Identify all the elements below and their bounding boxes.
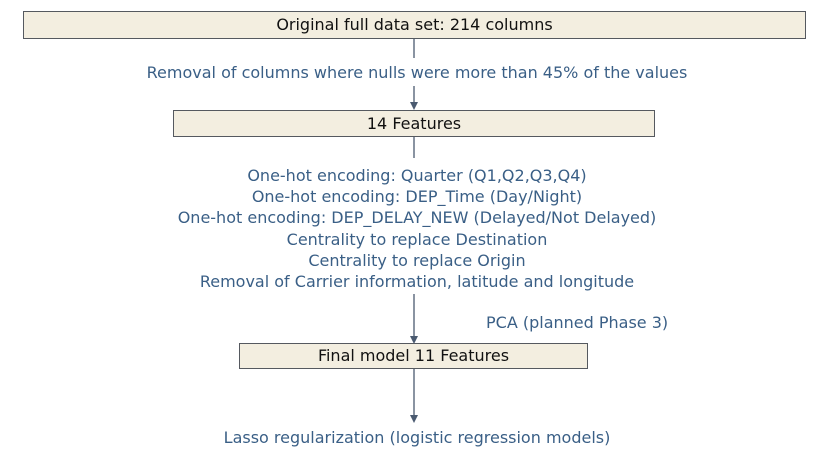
pca-note: PCA (planned Phase 3) [486, 313, 669, 332]
transform-line-4: Centrality to replace Destination [286, 230, 548, 249]
transform-line-3: One-hot encoding: DEP_DELAY_NEW (Delayed… [177, 208, 657, 227]
lasso-step: Lasso regularization (logistic regressio… [223, 428, 611, 447]
features-14-box: 14 Features [173, 110, 655, 137]
transform-line-5: Centrality to replace Origin [308, 251, 526, 270]
transform-line-1: One-hot encoding: Quarter (Q1,Q2,Q3,Q4) [247, 166, 587, 185]
original-dataset-box: Original full data set: 214 columns [23, 11, 806, 39]
final-model-box: Final model 11 Features [239, 343, 588, 369]
transform-line-6: Removal of Carrier information, latitude… [199, 272, 635, 291]
transform-line-2: One-hot encoding: DEP_Time (Day/Night) [251, 187, 583, 206]
null-removal-step: Removal of columns where nulls were more… [146, 63, 688, 82]
